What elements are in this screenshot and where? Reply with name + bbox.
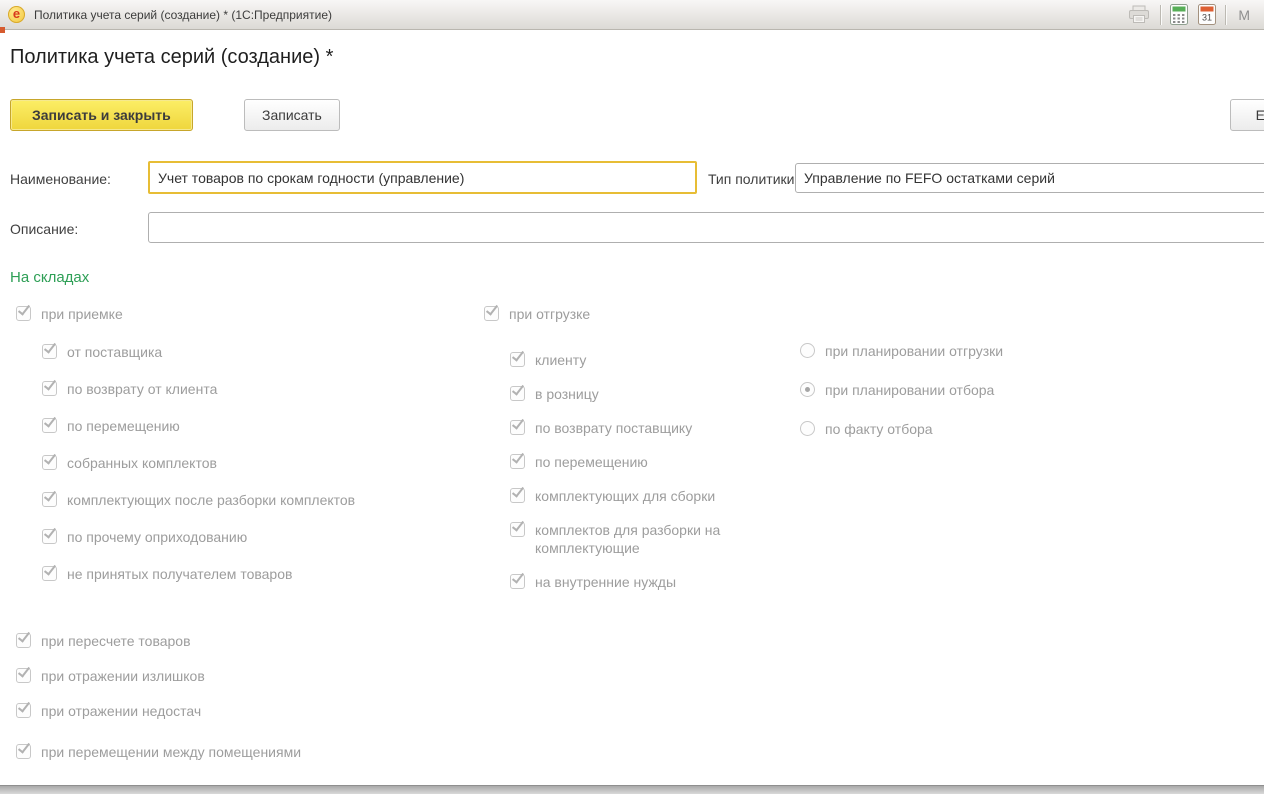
policy-type-label: Тип политики:: [708, 171, 798, 187]
shipment-timing-radio-group: при планировании отгрузки при планирован…: [800, 342, 1003, 438]
checkbox-shipment-to-client[interactable]: клиенту: [510, 351, 765, 369]
window-title: Политика учета серий (создание) * (1С:Пр…: [34, 8, 332, 22]
page-title: Политика учета серий (создание) *: [10, 46, 333, 69]
description-input[interactable]: [148, 212, 1264, 243]
checkbox-checked-icon: [510, 454, 525, 469]
radio-selected-icon: [800, 382, 815, 397]
radio-icon: [800, 343, 815, 358]
checkbox-move-between-premises[interactable]: при перемещении между помещениями: [16, 743, 301, 761]
checkbox-checked-icon: [484, 306, 499, 321]
checkbox-shipment-kits-for-disassembly[interactable]: комплектов для разборки на комплектующие: [510, 521, 765, 557]
policy-type-input[interactable]: [795, 163, 1264, 193]
calendar-day-number: 31: [1202, 13, 1212, 23]
checkbox-checked-icon: [510, 488, 525, 503]
calendar-icon[interactable]: 31: [1193, 2, 1221, 28]
checkbox-shipment-transfer[interactable]: по перемещению: [510, 453, 765, 471]
titlebar-separator: [1225, 5, 1226, 25]
checkbox-checked-icon: [16, 306, 31, 321]
shipment-children-list: клиенту в розницу по возврату поставщику…: [510, 351, 765, 591]
checkbox-shipment-supplier-return[interactable]: по возврату поставщику: [510, 419, 765, 437]
checkbox-shipment-components-for-assembly[interactable]: комплектующих для сборки: [510, 487, 765, 505]
save-button[interactable]: Записать: [244, 99, 340, 131]
clipped-menu-button[interactable]: M: [1230, 7, 1260, 23]
checkbox-receipt-components-after-disassembly[interactable]: комплектующих после разборки комплектов: [42, 491, 355, 509]
calculator-icon[interactable]: [1165, 2, 1193, 28]
print-icon[interactable]: [1122, 2, 1156, 28]
checkbox-checked-icon: [16, 633, 31, 648]
checkbox-checked-icon: [510, 574, 525, 589]
checkbox-checked-icon: [42, 344, 57, 359]
radio-plan-shipment[interactable]: при планировании отгрузки: [800, 342, 1003, 360]
checkbox-checked-icon: [16, 744, 31, 759]
checkbox-checked-icon: [510, 386, 525, 401]
checkbox-receipt-not-accepted-goods[interactable]: не принятых получателем товаров: [42, 565, 355, 583]
radio-fact-picking[interactable]: по факту отбора: [800, 420, 1003, 438]
checkbox-receipt[interactable]: при приемке: [16, 305, 123, 323]
checkbox-receipt-from-supplier[interactable]: от поставщика: [42, 343, 355, 361]
receipt-children-list: от поставщика по возврату от клиента по …: [42, 343, 355, 583]
1c-logo-glyph: е: [8, 5, 25, 22]
checkbox-checked-icon: [16, 668, 31, 683]
checkbox-checked-icon: [42, 455, 57, 470]
window-corner-accent: [0, 27, 5, 33]
radio-plan-picking[interactable]: при планировании отбора: [800, 381, 1003, 399]
more-button[interactable]: Ещё: [1230, 99, 1264, 131]
titlebar: е Политика учета серий (создание) * (1С:…: [0, 0, 1264, 30]
checkbox-checked-icon: [42, 381, 57, 396]
checkbox-checked-icon: [42, 566, 57, 581]
checkbox-checked-icon: [42, 529, 57, 544]
warehouses-section-title: На складах: [10, 269, 89, 286]
checkbox-receipt-transfer[interactable]: по перемещению: [42, 417, 355, 435]
checkbox-shipment[interactable]: при отгрузке: [484, 305, 590, 323]
checkbox-goods-recount[interactable]: при пересчете товаров: [16, 632, 301, 650]
checkbox-shipment-internal-needs[interactable]: на внутренние нужды: [510, 573, 765, 591]
checkbox-checked-icon: [42, 418, 57, 433]
titlebar-toolbar: 31 M: [1122, 2, 1264, 28]
checkbox-checked-icon: [510, 522, 525, 537]
checkbox-checked-icon: [16, 703, 31, 718]
name-field-label: Наименование:: [10, 171, 111, 187]
app-window: е Политика учета серий (создание) * (1С:…: [0, 0, 1264, 794]
checkbox-receipt-other-posting[interactable]: по прочему оприходованию: [42, 528, 355, 546]
name-input[interactable]: [148, 161, 697, 194]
checkbox-shortage-reflection[interactable]: при отражении недостач: [16, 702, 301, 720]
checkbox-checked-icon: [42, 492, 57, 507]
description-label: Описание:: [10, 221, 78, 237]
checkbox-receipt-client-return[interactable]: по возврату от клиента: [42, 380, 355, 398]
checkbox-surplus-reflection[interactable]: при отражении излишков: [16, 667, 301, 685]
checkbox-receipt-assembled-kits[interactable]: собранных комплектов: [42, 454, 355, 472]
checkbox-checked-icon: [510, 352, 525, 367]
titlebar-separator: [1160, 5, 1161, 25]
radio-icon: [800, 421, 815, 436]
1c-app-icon: е: [8, 6, 25, 23]
checkbox-shipment-retail[interactable]: в розницу: [510, 385, 765, 403]
checkbox-checked-icon: [510, 420, 525, 435]
standalone-checkbox-list: при пересчете товаров при отражении изли…: [16, 632, 301, 761]
window-bottom-edge: [0, 785, 1264, 794]
save-and-close-button[interactable]: Записать и закрыть: [10, 99, 193, 131]
